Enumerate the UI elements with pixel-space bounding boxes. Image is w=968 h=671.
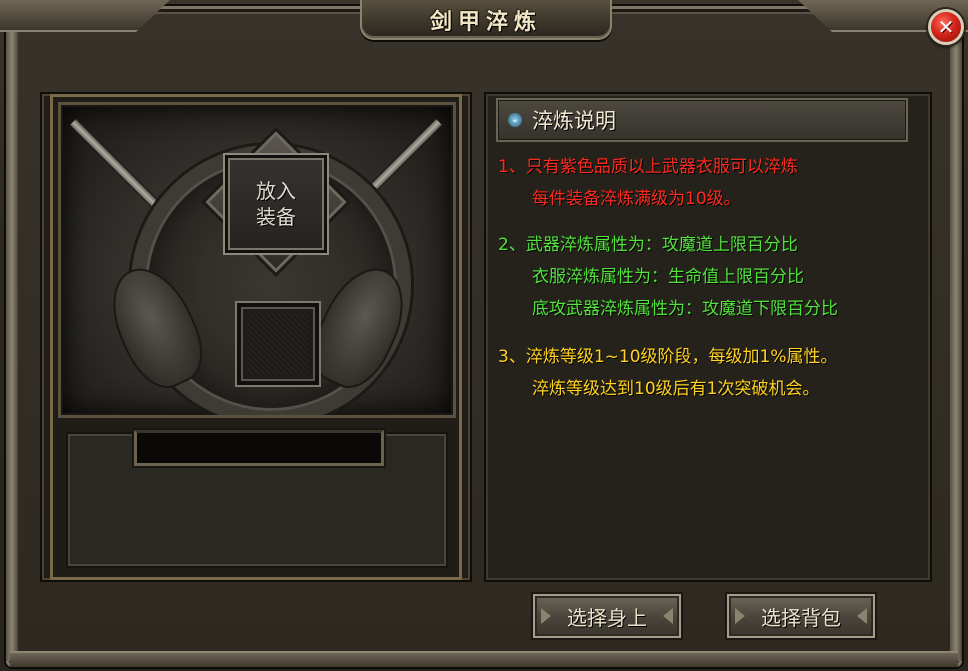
frame-bottom-bar (10, 651, 958, 667)
chevron-down-icon: ⌄ (508, 113, 522, 127)
equipment-name-bar (134, 430, 384, 466)
rule-3-line-2: 淬炼等级达到10级后有1次突破机会。 (532, 379, 820, 399)
frame-left-bar (6, 30, 18, 661)
refine-window: 剑甲淬炼 ✕ 放入 装备 ⌄ 淬炼说明 1、只有紫色品质以上武器衣服可以淬炼 每… (0, 0, 968, 671)
description-title: 淬炼说明 (532, 109, 616, 133)
rule-2-line-3: 底攻武器淬炼属性为：攻魔道下限百分比 (532, 299, 838, 319)
close-icon: ✕ (937, 15, 955, 39)
rule-1-line-2: 每件装备淬炼满级为10级。 (532, 189, 741, 209)
equip-slot[interactable]: 放入 装备 (225, 155, 327, 253)
equip-slot-label-line1: 放入 (256, 179, 296, 203)
description-panel: ⌄ 淬炼说明 1、只有紫色品质以上武器衣服可以淬炼 每件装备淬炼满级为10级。 … (484, 92, 932, 582)
title-bar: 剑甲淬炼 (360, 0, 612, 40)
equip-slot-label-line2: 装备 (256, 205, 296, 229)
rule-2-line-2: 衣服淬炼属性为：生命值上限百分比 (532, 267, 804, 287)
description-header[interactable]: ⌄ 淬炼说明 (496, 98, 908, 142)
equipment-panel: 放入 装备 (40, 92, 472, 582)
rule-2-line-1: 2、武器淬炼属性为：攻魔道上限百分比 (498, 235, 798, 255)
rule-1-line-1: 1、只有紫色品质以上武器衣服可以淬炼 (498, 157, 798, 177)
window-title: 剑甲淬炼 (429, 9, 542, 35)
frame-right-bar (950, 30, 962, 661)
select-body-button[interactable]: 选择身上 (533, 594, 681, 638)
rule-3-line-1: 3、淬炼等级1~10级阶段，每级加1%属性。 (498, 347, 838, 367)
material-slot[interactable] (237, 303, 319, 385)
close-button[interactable]: ✕ (928, 9, 964, 45)
select-bag-button[interactable]: 选择背包 (727, 594, 875, 638)
shield-emblem: 放入 装备 (58, 102, 456, 418)
